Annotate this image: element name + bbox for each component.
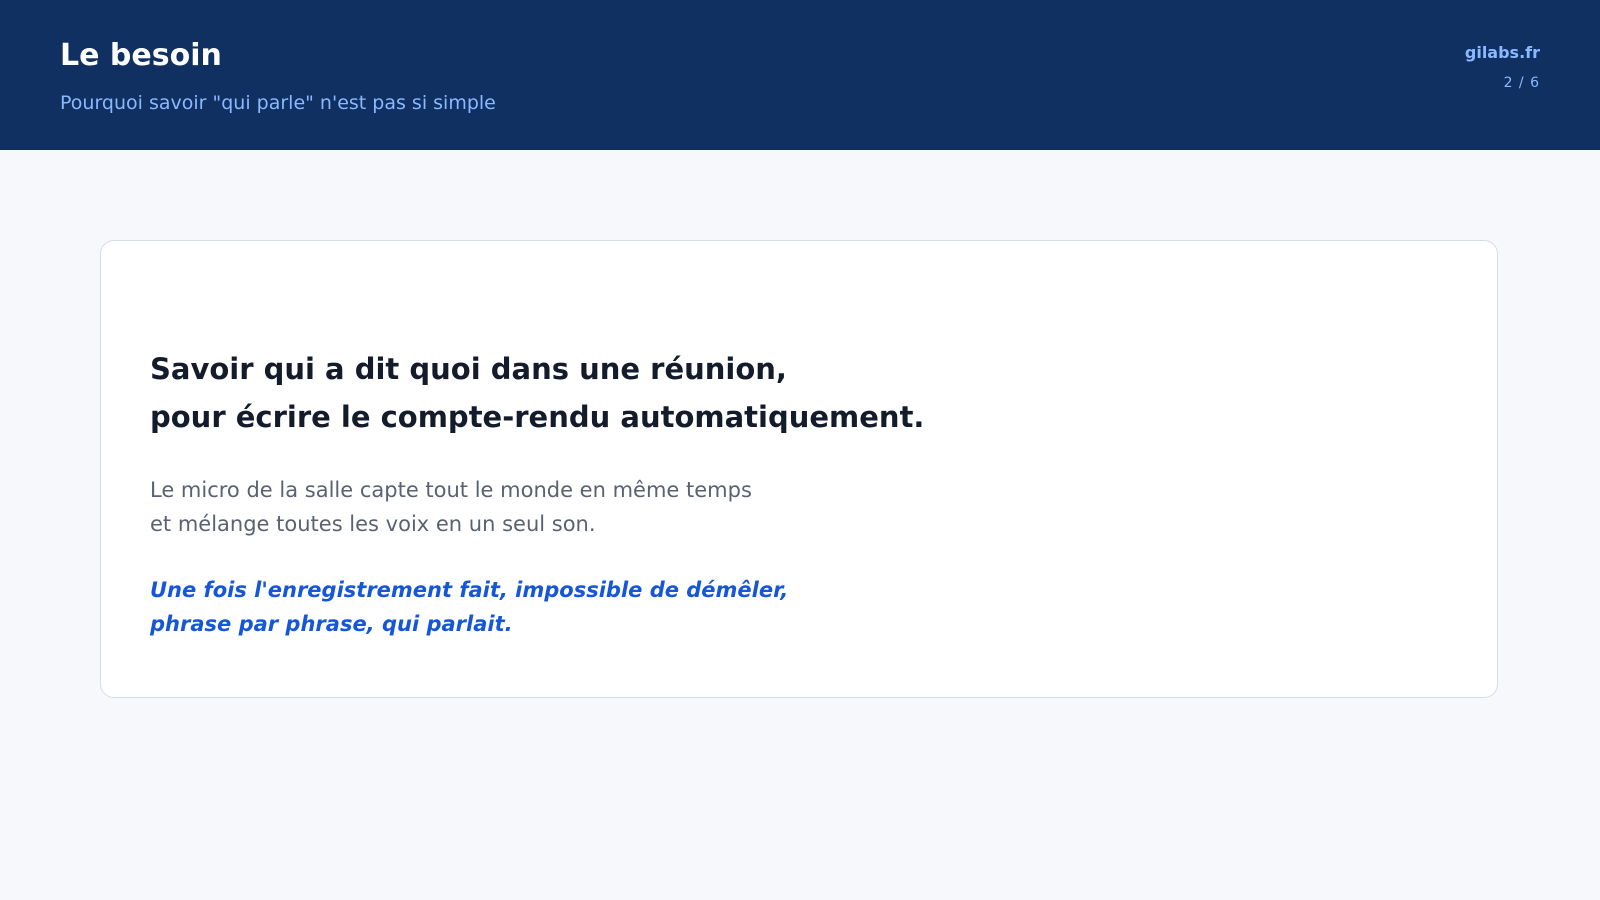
body-line-2: et mélange toutes les voix en un seul so… <box>150 512 596 536</box>
headline-line-2: pour écrire le compte-rendu automatiquem… <box>150 400 925 434</box>
slide-header: Le besoin Pourquoi savoir "qui parle" n'… <box>0 0 1600 150</box>
card-body-text: Le micro de la salle capte tout le monde… <box>150 473 752 541</box>
slide-subtitle: Pourquoi savoir "qui parle" n'est pas si… <box>60 92 496 114</box>
slide-title: Le besoin <box>60 38 222 73</box>
brand-link[interactable]: gilabs.fr <box>1465 42 1540 64</box>
page-counter: 2 / 6 <box>1503 75 1540 91</box>
content-card: Savoir qui a dit quoi dans une réunion, … <box>100 240 1498 698</box>
body-line-1: Le micro de la salle capte tout le monde… <box>150 478 752 502</box>
card-headline: Savoir qui a dit quoi dans une réunion, … <box>150 345 924 441</box>
emphasis-line-1: Une fois l'enregistrement fait, impossib… <box>150 578 789 602</box>
card-emphasis-text: Une fois l'enregistrement fait, impossib… <box>150 573 788 641</box>
headline-line-1: Savoir qui a dit quoi dans une réunion, <box>150 352 787 386</box>
emphasis-line-2: phrase par phrase, qui parlait. <box>150 612 513 636</box>
